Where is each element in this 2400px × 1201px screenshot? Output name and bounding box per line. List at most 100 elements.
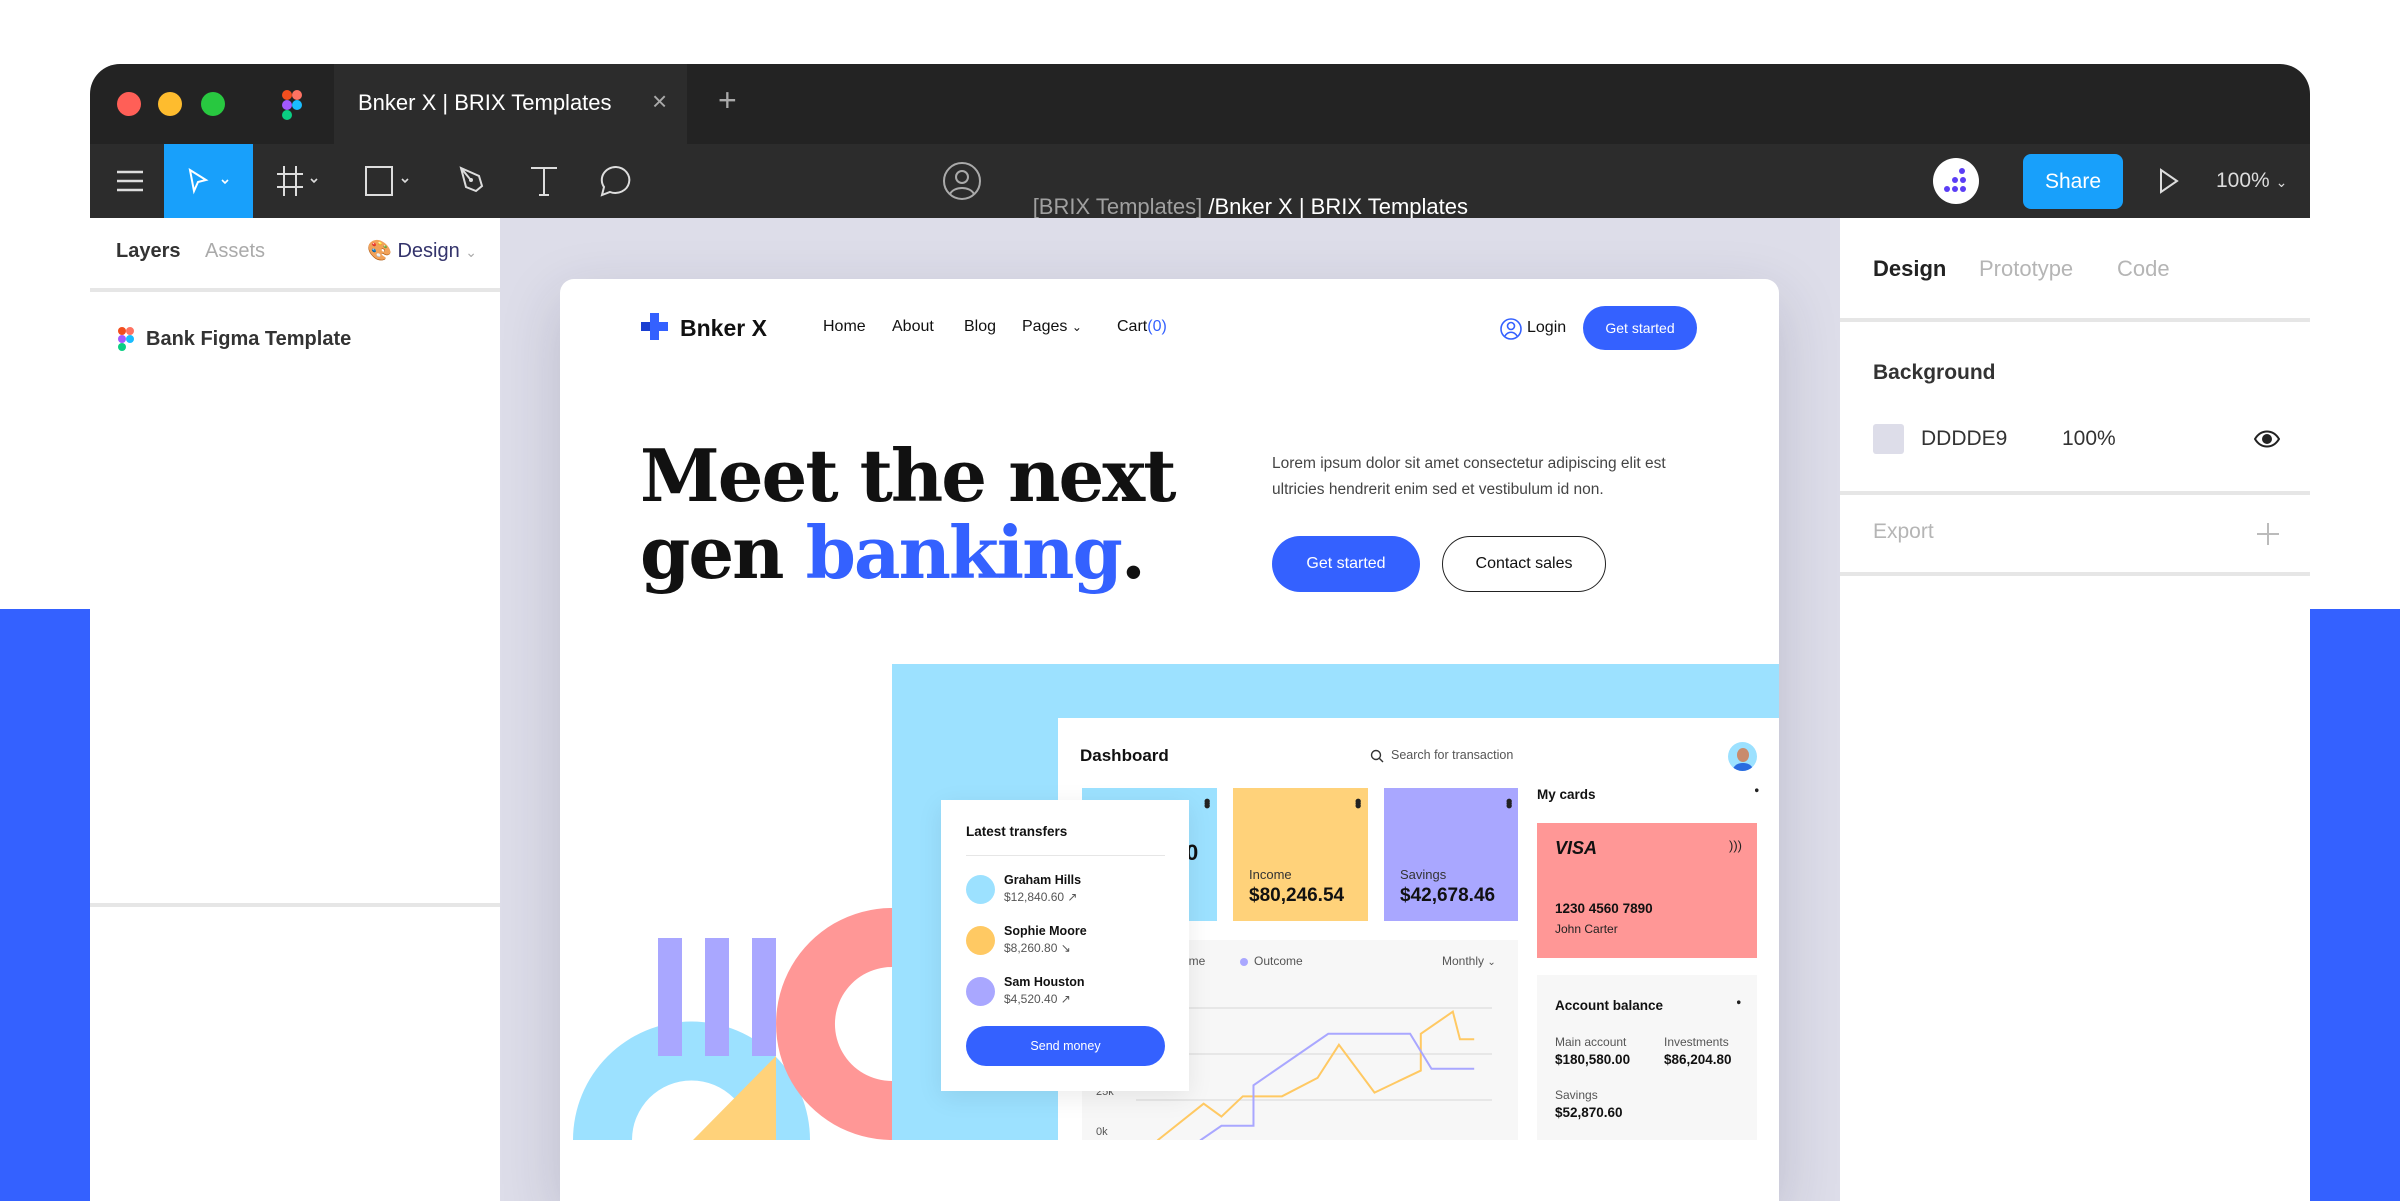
menu-icon[interactable] [110,144,150,218]
comment-tool-icon[interactable] [596,144,636,218]
transfer-amount: $8,260.80 ↘ [1004,941,1071,955]
nav-pages[interactable]: Pages ⌄ [1022,318,1082,336]
more-options-icon[interactable]: ••• [1750,788,1764,789]
transfer-amount: $4,520.40 ↗ [1004,992,1071,1006]
figma-logo-icon[interactable] [282,90,302,120]
team-avatar-icon[interactable] [1933,158,1979,204]
nav-blog[interactable]: Blog [964,318,996,336]
login-link[interactable]: Login [1527,319,1566,337]
divider [90,903,500,907]
my-cards-title: My cards [1537,787,1596,802]
tab-code[interactable]: Code [2117,256,2170,282]
divider [1840,572,2310,576]
maximize-window-button[interactable] [201,92,225,116]
toolbar: [BRIX Templates] /Bnker X | BRIX Templat… [90,144,2310,219]
more-options-icon[interactable]: ••• [1732,1000,1746,1001]
search-icon [1370,749,1384,763]
background-title: Background [1873,361,1996,384]
search-input[interactable]: Search for transaction [1391,748,1513,762]
left-panel: Layers Assets 🎨 Design ⌄ Bank Figma Temp… [90,218,500,1201]
user-icon [943,162,981,200]
background-hex[interactable]: DDDDE9 [1921,427,2007,451]
add-export-icon[interactable] [2256,522,2280,546]
minimize-window-button[interactable] [158,92,182,116]
chevron-down-icon: ⌄ [1071,320,1082,334]
zoom-dropdown[interactable]: 100% ⌄ [2216,169,2287,193]
cart-label: Cart [1117,318,1148,335]
canvas[interactable]: Bnker X Home About Blog Pages ⌄ Cart(0) … [500,218,1840,1201]
divider [966,855,1165,856]
dashboard-title: Dashboard [1080,746,1169,765]
share-button[interactable]: Share [2023,154,2123,209]
stat-value: $42,678.46 [1400,885,1496,906]
avatar [966,875,995,904]
eye-icon[interactable] [2254,428,2280,450]
transfer-name: Sam Houston [1004,975,1085,989]
send-money-button[interactable]: Send money [966,1026,1165,1066]
layer-name: Bank Figma Template [146,327,352,350]
more-options-icon[interactable]: ••• [1197,798,1217,805]
nav-about[interactable]: About [892,318,934,336]
page-selector-label: Design [397,240,460,262]
account-balance-title: Account balance [1555,998,1664,1013]
series-line-income [1156,1010,1475,1140]
nav-pages-label: Pages [1022,318,1068,335]
latest-transfers-card: Latest transfers Graham Hills $12,840.60… [941,800,1189,1091]
more-options-icon[interactable]: ••• [1348,798,1368,805]
nav-home[interactable]: Home [823,318,866,336]
shape-tool-button[interactable] [358,144,422,218]
page-selector[interactable]: 🎨 Design ⌄ [367,238,477,263]
stat-label: Savings [1400,867,1447,882]
breadcrumb-file[interactable]: /Bnker X | BRIX Templates [1202,194,1468,219]
contact-sales-button[interactable]: Contact sales [1442,536,1606,592]
tab-design[interactable]: Design [1873,256,1946,282]
hero-headline: Meet the next gen banking. [640,437,1176,591]
card-holder: John Carter [1555,922,1618,936]
background-swatch[interactable] [1873,424,1904,454]
file-tab[interactable]: Bnker X | BRIX Templates × [334,64,687,144]
figma-file-icon [118,327,134,351]
account-balance-panel: Account balance ••• Main account $180,58… [1537,975,1757,1140]
card-brand: VISA [1555,838,1598,858]
login-user-icon[interactable] [1500,317,1522,341]
close-window-button[interactable] [117,92,141,116]
stat-card-savings[interactable]: Savings $42,678.46 ••• [1384,788,1519,921]
move-tool-button[interactable] [164,144,253,218]
hero-paragraph: Lorem ipsum dolor sit amet consectetur a… [1272,455,1666,498]
nav-cart[interactable]: Cart(0) [1117,318,1167,336]
tab-prototype[interactable]: Prototype [1979,256,2073,282]
hero-get-started-button[interactable]: Get started [1272,536,1420,592]
headline-banking: banking [805,510,1123,595]
present-play-icon[interactable] [2158,168,2180,194]
brand-name[interactable]: Bnker X [680,315,767,342]
close-tab-icon[interactable]: × [652,86,667,117]
card-number: 1230 4560 7890 [1555,901,1653,916]
stat-card-income[interactable]: Income $80,246.54 ••• [1233,788,1368,921]
balance-label: Savings [1555,1088,1598,1102]
website-frame[interactable]: Bnker X Home About Blog Pages ⌄ Cart(0) … [560,279,1779,1201]
layer-item[interactable]: Bank Figma Template [118,326,351,352]
cursor-icon [188,167,229,195]
palette-icon: 🎨 [367,240,392,262]
export-title: Export [1873,520,1934,543]
figma-window: Bnker X | BRIX Templates × + [BRIX Templ… [90,64,2310,1201]
pen-tool-icon[interactable] [452,144,492,218]
new-tab-icon[interactable]: + [718,82,737,119]
nav-get-started-button[interactable]: Get started [1583,306,1697,350]
contactless-icon: ))) [1729,838,1742,853]
frame-tool-button[interactable] [270,144,330,218]
avatar [966,977,995,1006]
chevron-down-icon: ⌄ [2275,174,2288,190]
more-options-icon[interactable]: ••• [1499,798,1519,805]
stat-value: $80,246.54 [1249,885,1345,906]
breadcrumb-team[interactable]: [BRIX Templates] [1033,194,1203,219]
tab-assets[interactable]: Assets [205,240,265,263]
visa-card[interactable]: VISA ))) 1230 4560 7890 John Carter [1537,823,1757,958]
balance-label: Main account [1555,1035,1627,1049]
balance-value: $180,580.00 [1555,1052,1631,1067]
text-tool-icon[interactable] [524,144,564,218]
divider [1840,318,2310,322]
background-opacity[interactable]: 100% [2062,427,2116,451]
tab-layers[interactable]: Layers [116,240,181,263]
user-avatar[interactable] [1728,742,1757,771]
